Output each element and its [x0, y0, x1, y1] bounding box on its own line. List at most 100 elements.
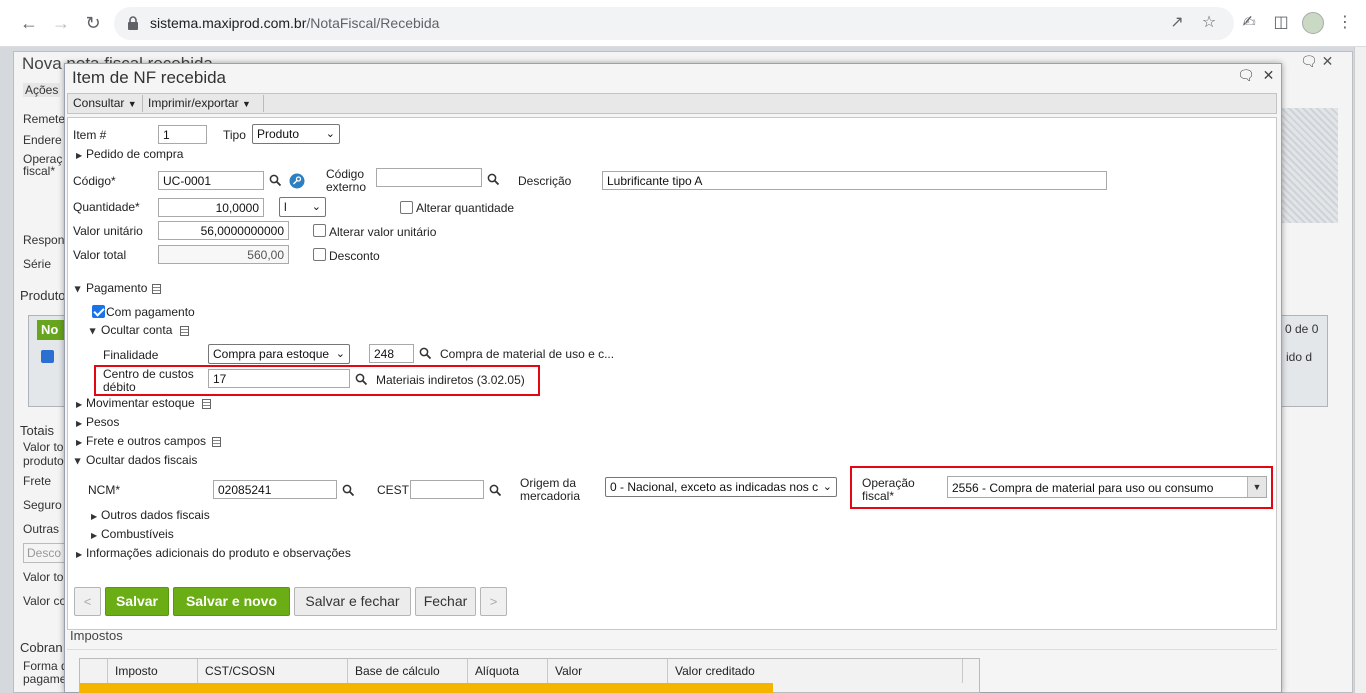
valor-total-label: Valor total — [73, 248, 127, 262]
alterar-quantidade-checkbox[interactable] — [400, 201, 413, 214]
menu-dots-icon[interactable]: ⋮ — [1334, 12, 1356, 34]
descricao-input[interactable]: Lubrificante tipo A — [602, 171, 1107, 190]
key-link-icon[interactable] — [289, 173, 305, 189]
bg-select-all-checkbox[interactable] — [41, 350, 54, 363]
bg-label: Série — [23, 257, 52, 271]
quantidade-input[interactable]: 10,0000 — [158, 198, 264, 217]
origem-select[interactable]: 0 - Nacional, exceto as indicadas nos c ⌄ — [605, 477, 837, 497]
table-header-cell — [80, 659, 108, 683]
unidade-select[interactable]: l ⌄ — [279, 197, 326, 217]
expand-triangle-icon[interactable]: ▶ — [76, 151, 82, 160]
star-icon[interactable]: ☆ — [1198, 12, 1220, 34]
toolbar-divider — [142, 95, 143, 112]
table-header-cell[interactable]: Base de cálculo — [348, 659, 468, 683]
bg-label: pagame — [23, 672, 67, 686]
bg-label: Respon — [23, 233, 65, 247]
finalidade-label: Finalidade — [103, 348, 159, 362]
address-bar[interactable]: sistema.maxiprod.com.br/NotaFiscal/Receb… — [114, 7, 1234, 40]
search-icon[interactable] — [489, 484, 502, 497]
search-icon[interactable] — [269, 174, 282, 187]
chevron-down-icon: ⌄ — [325, 128, 335, 140]
table-row[interactable] — [80, 683, 773, 693]
save-and-close-button[interactable]: Salvar e fechar — [294, 587, 411, 616]
highlight-box — [94, 365, 540, 396]
share-icon[interactable]: ↗ — [1166, 12, 1188, 34]
next-button[interactable]: > — [480, 587, 507, 616]
table-header-cell[interactable]: Valor — [548, 659, 668, 683]
tipo-select[interactable]: Produto ⌄ — [252, 124, 340, 144]
forward-icon[interactable]: → — [50, 12, 72, 34]
collapse-triangle-icon[interactable]: ▶ — [89, 328, 98, 334]
alterar-valor-unitario-checkbox[interactable] — [313, 224, 326, 237]
imprimir-exportar-menu[interactable]: Imprimir/exportar ▼ — [148, 96, 251, 110]
expand-triangle-icon[interactable]: ▶ — [76, 419, 82, 428]
reload-icon[interactable]: ↻ — [82, 12, 104, 34]
ocultar-dados-fiscais-section[interactable]: Ocultar dados fiscais — [86, 454, 197, 467]
valor-total-input[interactable]: 560,00 — [158, 245, 289, 264]
bg-desconto-field[interactable]: Desco — [23, 543, 65, 563]
close-button[interactable]: Fechar — [415, 587, 476, 616]
conta-codigo-input[interactable]: 248 — [369, 344, 414, 363]
collapse-triangle-icon[interactable]: ▶ — [74, 286, 83, 292]
cest-input[interactable] — [410, 480, 484, 499]
bg-label: Forma d — [23, 659, 68, 673]
pesos-section[interactable]: Pesos — [86, 416, 119, 429]
expand-triangle-icon[interactable]: ▶ — [76, 550, 82, 559]
ocultar-conta-section[interactable]: Ocultar conta — [101, 324, 172, 337]
finalidade-select[interactable]: Compra para estoque ⌄ — [208, 344, 350, 364]
valor-unitario-input[interactable]: 56,0000000000 — [158, 221, 289, 240]
previous-button[interactable]: < — [74, 587, 101, 616]
url-text: sistema.maxiprod.com.br/NotaFiscal/Receb… — [150, 15, 440, 31]
table-header-cell[interactable]: Imposto — [108, 659, 198, 683]
search-icon[interactable] — [487, 173, 500, 186]
side-panel-icon[interactable]: ◫ — [1270, 12, 1292, 34]
expand-triangle-icon[interactable]: ▶ — [76, 400, 82, 409]
combustiveis-section[interactable]: Combustíveis — [101, 528, 174, 541]
notes-icon[interactable] — [180, 326, 189, 336]
search-icon[interactable] — [419, 347, 432, 360]
bg-acoes-menu[interactable]: Ações — [23, 83, 61, 97]
search-icon[interactable] — [342, 484, 355, 497]
notes-icon[interactable] — [152, 284, 161, 294]
bg-new-button[interactable]: No — [37, 320, 67, 340]
save-button[interactable]: Salvar — [105, 587, 169, 616]
com-pagamento-label: Com pagamento — [106, 305, 195, 319]
profile-avatar[interactable] — [1302, 12, 1324, 34]
frete-section[interactable]: Frete e outros campos — [86, 435, 206, 448]
dialog-tools: 🗨 ✕ — [1237, 67, 1274, 84]
table-header-cell[interactable]: Alíquota — [468, 659, 548, 683]
comment-icon[interactable]: 🗨 — [1237, 67, 1255, 83]
pagamento-section[interactable]: Pagamento — [86, 282, 147, 295]
collapse-triangle-icon[interactable]: ▶ — [74, 458, 83, 464]
page-scrollbar[interactable] — [1354, 47, 1366, 693]
consultar-menu[interactable]: Consultar ▼ — [73, 96, 137, 110]
alterar-valor-unitario-label: Alterar valor unitário — [329, 225, 437, 239]
close-icon[interactable]: ✕ — [1263, 67, 1275, 83]
bg-label: fiscal* — [23, 164, 56, 178]
notes-icon[interactable] — [202, 399, 211, 409]
back-icon[interactable]: ← — [18, 12, 40, 34]
informacoes-adicionais-section[interactable]: Informações adicionais do produto e obse… — [86, 547, 351, 560]
movimentar-estoque-section[interactable]: Movimentar estoque — [86, 397, 195, 410]
desconto-checkbox[interactable] — [313, 248, 326, 261]
expand-triangle-icon[interactable]: ▶ — [76, 438, 82, 447]
outros-dados-fiscais-section[interactable]: Outros dados fiscais — [101, 509, 210, 522]
item-number-input[interactable]: 1 — [158, 125, 207, 144]
expand-triangle-icon[interactable]: ▶ — [91, 512, 97, 521]
alterar-quantidade-label: Alterar quantidade — [416, 201, 515, 215]
save-and-new-button[interactable]: Salvar e novo — [173, 587, 290, 616]
highlight-box — [850, 466, 1273, 509]
extensions-icon[interactable]: ✍ — [1238, 12, 1260, 34]
notes-icon[interactable] — [212, 437, 221, 447]
table-header-cell[interactable]: Valor creditado — [668, 659, 963, 683]
ncm-input[interactable]: 02085241 — [213, 480, 337, 499]
toolbar-divider — [263, 95, 264, 112]
expand-triangle-icon[interactable]: ▶ — [91, 531, 97, 540]
chevron-down-icon: ⌄ — [335, 348, 345, 360]
codigo-input[interactable]: UC-0001 — [158, 171, 264, 190]
pedido-compra-section[interactable]: Pedido de compra — [86, 148, 183, 161]
com-pagamento-checkbox[interactable] — [92, 305, 105, 318]
table-header-cell[interactable]: CST/CSOSN — [198, 659, 348, 683]
bg-label: Endere — [23, 133, 62, 147]
codigo-externo-input[interactable] — [376, 168, 482, 187]
